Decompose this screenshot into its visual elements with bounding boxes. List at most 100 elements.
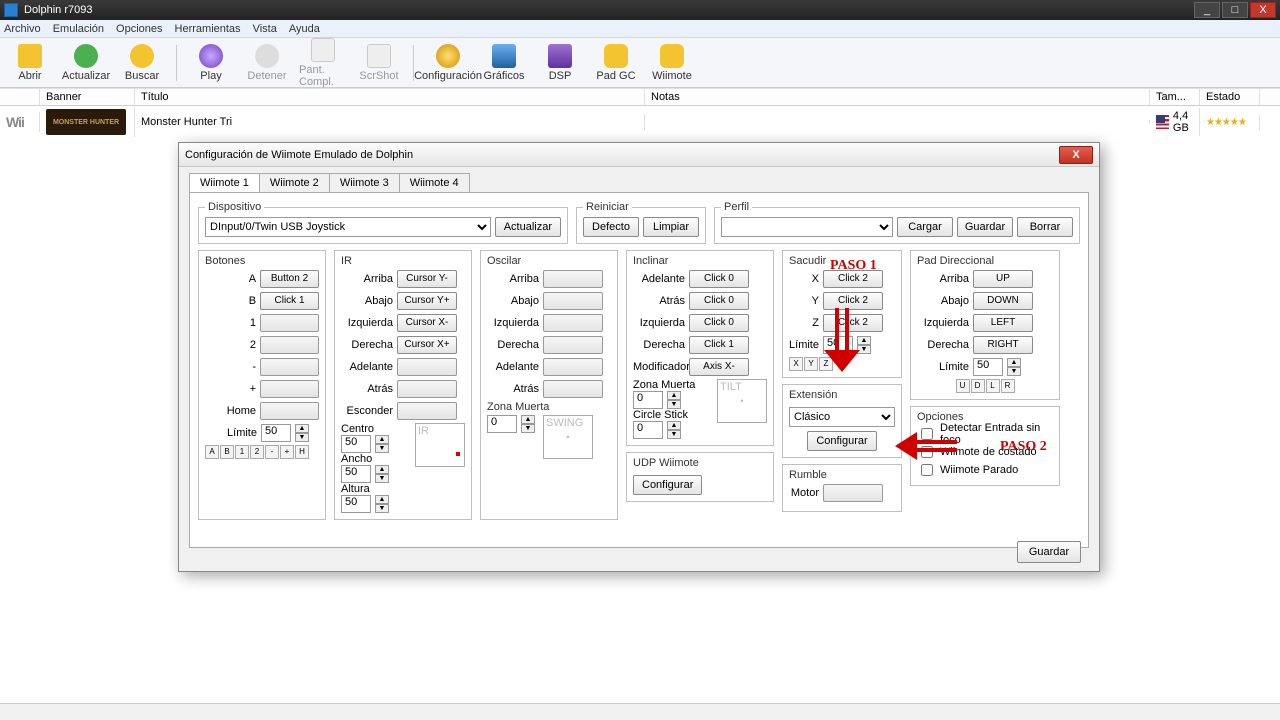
ir-height[interactable]: 50: [341, 495, 371, 513]
map-a[interactable]: Button 2: [260, 270, 319, 288]
tool-actualizar[interactable]: Actualizar: [62, 44, 110, 82]
ir-preview: IR: [415, 423, 465, 467]
shake-z[interactable]: Click 2: [823, 314, 883, 332]
dpad-limit[interactable]: 50: [973, 358, 1003, 376]
ir-up[interactable]: Cursor Y-: [397, 270, 457, 288]
game-list-row[interactable]: Wii MONSTER HUNTER Monster Hunter Tri 4,…: [0, 106, 1280, 138]
menu-bar: Archivo Emulación Opciones Herramientas …: [0, 20, 1280, 38]
map-b[interactable]: Click 1: [260, 292, 319, 310]
device-select[interactable]: DInput/0/Twin USB Joystick: [205, 217, 491, 237]
tool-dsp[interactable]: DSP: [536, 44, 584, 82]
ir-right[interactable]: Cursor X+: [397, 336, 457, 354]
tab-wiimote-2[interactable]: Wiimote 2: [259, 173, 330, 192]
tab-wiimote-1[interactable]: Wiimote 1: [189, 173, 260, 192]
tool-padgc[interactable]: Pad GC: [592, 44, 640, 82]
refresh-icon: [74, 44, 98, 68]
col-tam[interactable]: Tam...: [1150, 89, 1200, 105]
profile-delete-button[interactable]: Borrar: [1017, 217, 1073, 237]
device-group: Dispositivo DInput/0/Twin USB Joystick A…: [198, 201, 568, 244]
ir-down[interactable]: Cursor Y+: [397, 292, 457, 310]
tilt-mod[interactable]: Axis X-: [689, 358, 749, 376]
shake-x[interactable]: Click 2: [823, 270, 883, 288]
tilt-back[interactable]: Click 0: [689, 292, 749, 310]
tool-abrir[interactable]: Abrir: [6, 44, 54, 82]
menu-herramientas[interactable]: Herramientas: [175, 23, 241, 35]
swing-forward[interactable]: [543, 358, 603, 376]
tilt-right[interactable]: Click 1: [689, 336, 749, 354]
menu-vista[interactable]: Vista: [253, 23, 277, 35]
dialog-save-button[interactable]: Guardar: [1017, 541, 1081, 563]
menu-emulacion[interactable]: Emulación: [53, 23, 104, 35]
clear-button[interactable]: Limpiar: [643, 217, 699, 237]
tilt-left[interactable]: Click 0: [689, 314, 749, 332]
map-minus[interactable]: [260, 358, 319, 376]
tool-graficos[interactable]: Gráficos: [480, 44, 528, 82]
udp-configure-button[interactable]: Configurar: [633, 475, 702, 495]
swing-right[interactable]: [543, 336, 603, 354]
col-titulo[interactable]: Título: [135, 89, 645, 105]
ir-back[interactable]: [397, 380, 457, 398]
extension-configure-button[interactable]: Configurar: [807, 431, 877, 451]
dpad-down[interactable]: DOWN: [973, 292, 1033, 310]
tilt-fwd[interactable]: Click 0: [689, 270, 749, 288]
swing-down[interactable]: [543, 292, 603, 310]
map-home[interactable]: [260, 402, 319, 420]
dpad-right[interactable]: RIGHT: [973, 336, 1033, 354]
col-estado[interactable]: Estado: [1200, 89, 1260, 105]
menu-opciones[interactable]: Opciones: [116, 23, 162, 35]
ir-forward[interactable]: [397, 358, 457, 376]
dialog-close-button[interactable]: X: [1059, 146, 1093, 164]
dpad-left[interactable]: LEFT: [973, 314, 1033, 332]
profile-load-button[interactable]: Cargar: [897, 217, 953, 237]
minimize-button[interactable]: _: [1194, 2, 1220, 18]
extension-select[interactable]: Clásico: [789, 407, 895, 427]
map-plus[interactable]: [260, 380, 319, 398]
buttons-limit[interactable]: 50: [261, 424, 291, 442]
app-icon: [4, 3, 18, 17]
window-title: Dolphin r7093: [24, 4, 93, 16]
default-button[interactable]: Defecto: [583, 217, 639, 237]
tool-buscar[interactable]: Buscar: [118, 44, 166, 82]
buttons-minitabs: AB12-+H: [205, 445, 319, 459]
shake-limit[interactable]: 50: [823, 336, 853, 354]
menu-ayuda[interactable]: Ayuda: [289, 23, 320, 35]
map-1[interactable]: [260, 314, 319, 332]
wiimote-config-dialog: Configuración de Wiimote Emulado de Dolp…: [178, 142, 1100, 572]
rumble-motor[interactable]: [823, 484, 883, 502]
profile-select[interactable]: [721, 217, 893, 237]
udp-panel: UDP Wiimote Configurar: [626, 452, 774, 502]
game-list-header: Banner Título Notas Tam... Estado: [0, 88, 1280, 106]
maximize-button[interactable]: □: [1222, 2, 1248, 18]
game-banner: MONSTER HUNTER: [46, 109, 126, 135]
ir-left[interactable]: Cursor X-: [397, 314, 457, 332]
opt-background-input[interactable]: Detectar Entrada sin foco: [917, 425, 1053, 443]
tool-wiimote[interactable]: Wiimote: [648, 44, 696, 82]
shake-y[interactable]: Click 2: [823, 292, 883, 310]
swing-up[interactable]: [543, 270, 603, 288]
opt-sideways[interactable]: Wiimote de costado: [917, 443, 1053, 461]
col-banner[interactable]: Banner: [40, 89, 135, 105]
tab-wiimote-4[interactable]: Wiimote 4: [399, 173, 470, 192]
ir-center[interactable]: 50: [341, 435, 371, 453]
gear-icon: [436, 44, 460, 68]
swing-deadzone[interactable]: 0: [487, 415, 517, 433]
device-refresh-button[interactable]: Actualizar: [495, 217, 561, 237]
swing-back[interactable]: [543, 380, 603, 398]
tool-config[interactable]: Configuración: [424, 44, 472, 82]
tilt-deadzone[interactable]: 0: [633, 391, 663, 409]
tab-panel: Dispositivo DInput/0/Twin USB Joystick A…: [189, 192, 1089, 548]
map-2[interactable]: [260, 336, 319, 354]
menu-archivo[interactable]: Archivo: [4, 23, 41, 35]
ir-width[interactable]: 50: [341, 465, 371, 483]
camera-icon: [367, 44, 391, 68]
swing-left[interactable]: [543, 314, 603, 332]
tilt-circlestick[interactable]: 0: [633, 421, 663, 439]
opt-parked[interactable]: Wiimote Parado: [917, 461, 1053, 479]
tab-wiimote-3[interactable]: Wiimote 3: [329, 173, 400, 192]
col-notas[interactable]: Notas: [645, 89, 1150, 105]
close-button[interactable]: X: [1250, 2, 1276, 18]
profile-save-button[interactable]: Guardar: [957, 217, 1013, 237]
dpad-up[interactable]: UP: [973, 270, 1033, 288]
ir-hide[interactable]: [397, 402, 457, 420]
tool-play[interactable]: Play: [187, 44, 235, 82]
